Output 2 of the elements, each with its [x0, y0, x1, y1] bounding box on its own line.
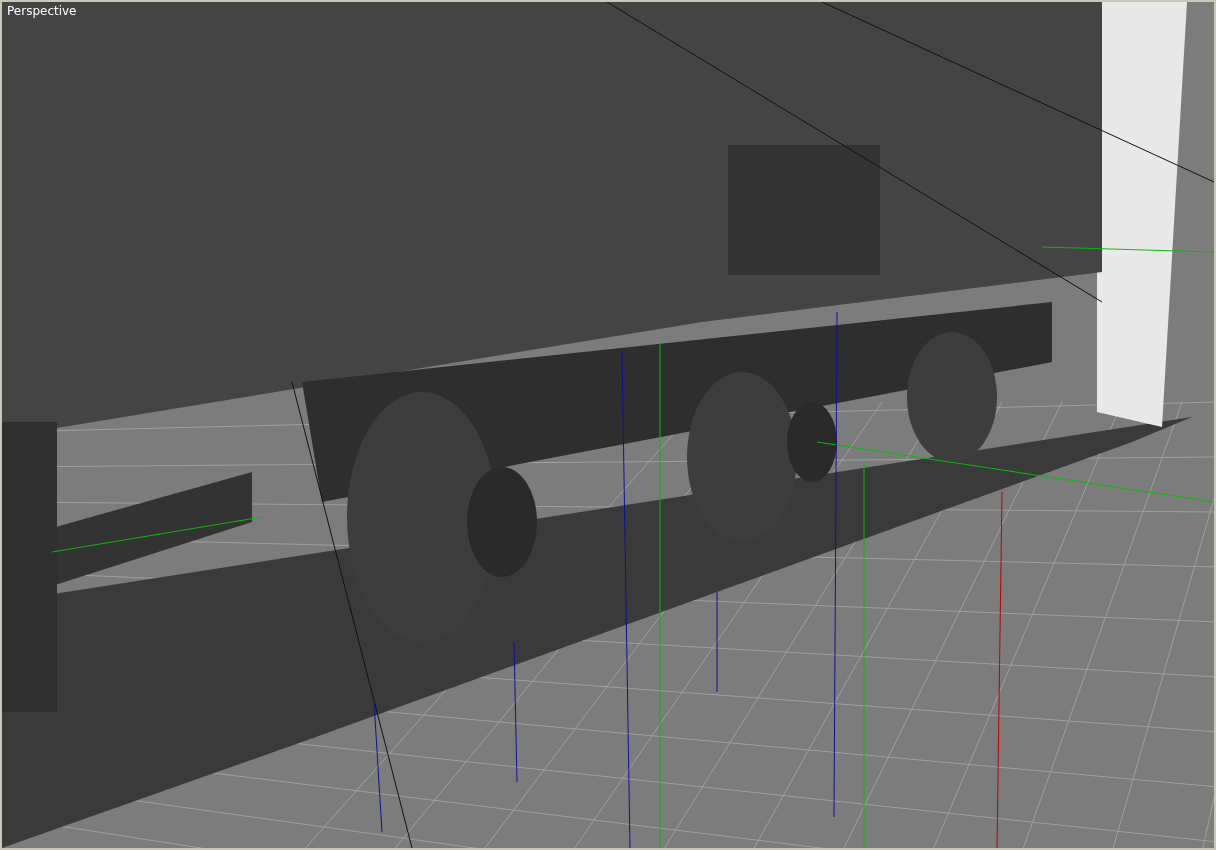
viewport-label: Perspective — [7, 4, 77, 18]
perspective-viewport[interactable]: Perspective — [0, 0, 1216, 850]
